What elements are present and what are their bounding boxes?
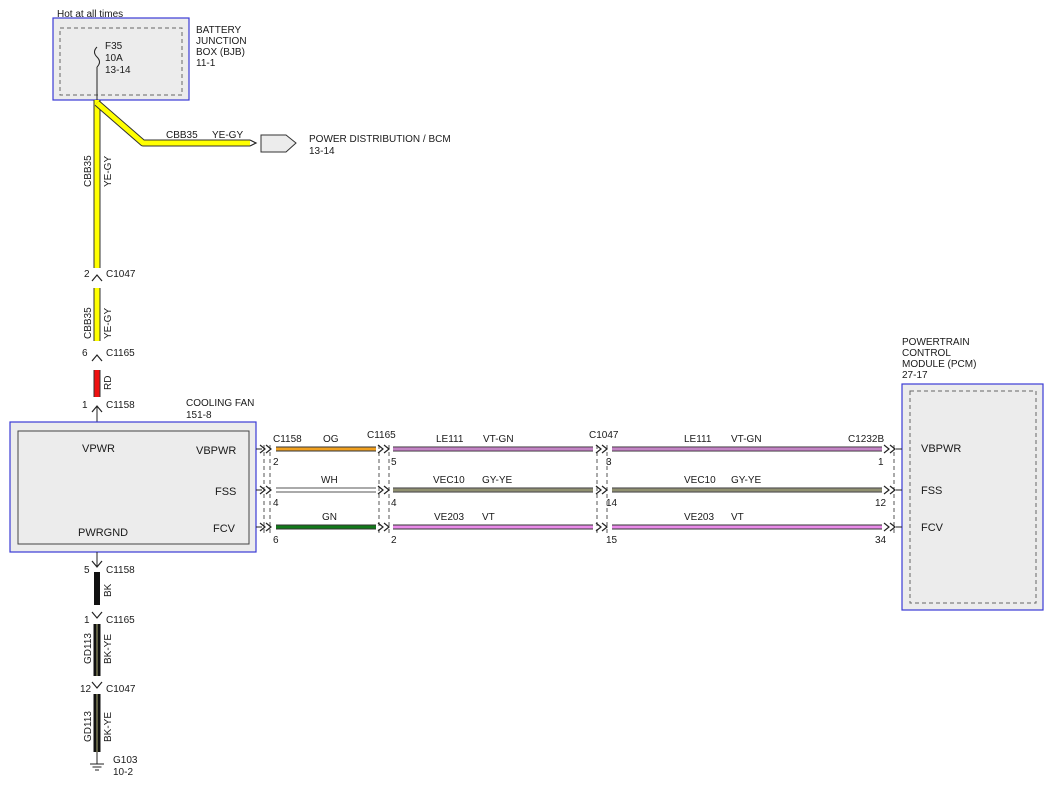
gnd-c1165-pin: 1 <box>84 615 90 626</box>
fan-title: COOLING FAN <box>186 398 254 409</box>
fan-vbpwr: VBPWR <box>196 445 236 457</box>
row1-color2: VT-GN <box>483 434 514 445</box>
power-dist-label: POWER DISTRIBUTION / BCM <box>309 134 451 145</box>
pcm-title-3: MODULE (PCM) <box>902 359 976 370</box>
row3-circ3: VE203 <box>684 512 714 523</box>
fuse-ref: 13-14 <box>105 65 131 76</box>
row1-c1165-pin: 5 <box>391 457 397 468</box>
row1-c1047: C1047 <box>589 430 619 441</box>
fan-fcv: FCV <box>213 523 236 535</box>
row1-color1: OG <box>323 434 339 445</box>
row3-pin4: 34 <box>875 535 887 546</box>
c1047-row3-connector-icon <box>595 522 608 532</box>
gnd-seg3-circuit: GD113 <box>83 711 94 742</box>
row2-pin1: 4 <box>273 498 279 509</box>
c1165-row2-connector-icon <box>377 485 390 495</box>
pcm-vbpwr: VBPWR <box>921 443 961 455</box>
seg1-circuit: CBB35 <box>83 155 94 187</box>
ground-ref: 10-2 <box>113 767 133 778</box>
row2-color1: WH <box>321 475 338 486</box>
row3-pin1: 6 <box>273 535 279 546</box>
seg3-color: RD <box>103 376 114 390</box>
pcm-box <box>901 383 1044 611</box>
c1165-row1-connector-icon <box>377 444 390 454</box>
gnd-seg2-circuit: GD113 <box>83 633 94 664</box>
c1047-top-connector-icon <box>91 274 103 282</box>
row1-color3: VT-GN <box>731 434 762 445</box>
row2-pin3: 14 <box>606 498 618 509</box>
pcm-ref: 27-17 <box>902 370 928 381</box>
ground-icon <box>90 763 104 771</box>
row1-circ3: LE111 <box>684 434 712 445</box>
seg1-color: YE-GY <box>103 156 114 187</box>
c1165-top-pin: 6 <box>82 348 88 359</box>
row2-circ3: VEC10 <box>684 475 716 486</box>
pcm-fss: FSS <box>921 485 942 497</box>
c1232b-row2-connector-icon <box>883 485 896 495</box>
row3-pin2: 2 <box>391 535 397 546</box>
c1047-top-name: C1047 <box>106 269 136 280</box>
gnd-c1165: C1165 <box>106 615 135 626</box>
c1158-top-name: C1158 <box>106 400 135 411</box>
c1165-top-name: C1165 <box>106 348 135 359</box>
row1-circ2: LE111 <box>436 434 464 445</box>
row2-circ2: VEC10 <box>433 475 465 486</box>
bjb-ref: 11-1 <box>196 58 216 69</box>
row3-color1: GN <box>322 512 337 523</box>
row1-c1158-pin: 2 <box>273 457 279 468</box>
c1232b-row1-connector-icon <box>883 444 896 454</box>
c1165-top-connector-icon <box>91 354 103 362</box>
fuse-rating: 10A <box>105 53 123 64</box>
c1047-row2-connector-icon <box>595 485 608 495</box>
power-dist-ref: 13-14 <box>309 146 335 157</box>
fuse-name: F35 <box>105 41 123 52</box>
row1-c1158: C1158 <box>273 434 302 445</box>
pcm-title-1: POWERTRAIN <box>902 337 970 348</box>
fan-ref: 151-8 <box>186 410 212 421</box>
c1047-bottom-connector-icon <box>91 681 103 689</box>
c1165-bottom-connector-icon <box>91 611 103 619</box>
pcm-fcv: FCV <box>921 522 944 534</box>
row3-color3: VT <box>731 512 744 523</box>
row2-color3: GY-YE <box>731 475 762 486</box>
row1-c1232b-pin: 1 <box>878 457 884 468</box>
gnd-c1047: C1047 <box>106 684 136 695</box>
power-dist-color: YE-GY <box>212 130 243 141</box>
fan-vpwr: VPWR <box>82 443 115 455</box>
c1047-row1-connector-icon <box>595 444 608 454</box>
bjb-title-3: BOX (BJB) <box>196 47 245 58</box>
gnd-seg3-color: BK-YE <box>103 712 114 742</box>
seg2-color: YE-GY <box>103 308 114 339</box>
bjb-title-2: JUNCTION <box>196 36 247 47</box>
gnd-c1047-pin: 12 <box>80 684 92 695</box>
fan-pwrgnd: PWRGND <box>78 527 128 539</box>
power-dist-circuit: CBB35 <box>166 130 198 141</box>
pcm-title-2: CONTROL <box>902 348 951 359</box>
bjb-title-1: BATTERY <box>196 25 242 36</box>
row1-c1165: C1165 <box>367 430 396 441</box>
row3-color2: VT <box>482 512 495 523</box>
ground-name: G103 <box>113 755 138 766</box>
gnd-seg1-color: BK <box>103 583 114 597</box>
row2-pin4: 12 <box>875 498 887 509</box>
gnd-seg2-color: BK-YE <box>103 634 114 664</box>
wire-cbb35-top <box>93 100 250 268</box>
seg2-circuit: CBB35 <box>83 307 94 339</box>
c1232b-row3-connector-icon <box>883 522 896 532</box>
gnd-c1158: C1158 <box>106 565 135 576</box>
c1047-top-pin: 2 <box>84 269 90 280</box>
row3-pin3: 15 <box>606 535 618 546</box>
row1-c1232b: C1232B <box>848 434 884 445</box>
row2-pin2: 4 <box>391 498 397 509</box>
power-dist-connector-icon <box>260 134 297 153</box>
c1158-top-pin: 1 <box>82 400 88 411</box>
row1-c1047-pin: 3 <box>606 457 612 468</box>
c1165-row3-connector-icon <box>377 522 390 532</box>
gnd-c1158-pin: 5 <box>84 565 90 576</box>
row2-color2: GY-YE <box>482 475 513 486</box>
fan-fss: FSS <box>215 486 236 498</box>
connector-arrow-icon <box>249 139 258 147</box>
wiring-diagram: Hot at all times F35 10A 13-14 BATTERY J… <box>9 9 1044 778</box>
row3-circ2: VE203 <box>434 512 464 523</box>
